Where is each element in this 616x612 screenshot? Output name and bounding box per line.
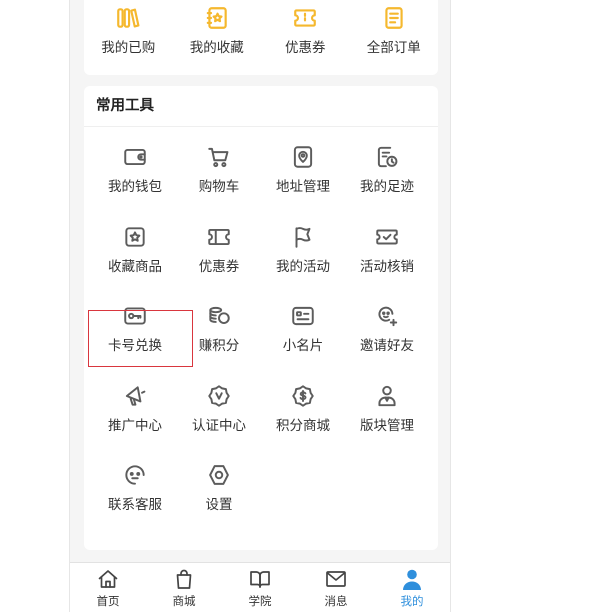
- footprint-icon: [374, 144, 400, 170]
- my-purchased-button[interactable]: 我的已购: [84, 0, 173, 75]
- tool-label: 卡号兑换: [108, 338, 162, 353]
- customer-service-icon: [122, 462, 148, 488]
- tool-label: 联系客服: [108, 497, 162, 512]
- card-redeem-button[interactable]: 卡号兑换: [93, 293, 177, 373]
- my-favorites-button[interactable]: 我的收藏: [173, 0, 262, 75]
- home-icon: [96, 567, 120, 591]
- tab-label: 首页: [96, 596, 120, 608]
- points-mall-button[interactable]: 积分商城: [261, 373, 345, 453]
- tool-label: 积分商城: [276, 417, 330, 433]
- customer-service-button[interactable]: 联系客服: [93, 452, 177, 532]
- tool-label: 我的活动: [276, 258, 330, 274]
- tool-label: 地址管理: [276, 179, 330, 194]
- tool-label: 设置: [205, 497, 233, 512]
- purchased-icon: [115, 5, 141, 31]
- megaphone-icon: [122, 383, 148, 409]
- my-activities-button[interactable]: 我的活动: [261, 214, 345, 294]
- settings-button[interactable]: 设置: [177, 452, 261, 532]
- tab-home[interactable]: 首页: [70, 563, 146, 612]
- address-management-button[interactable]: 地址管理: [261, 134, 345, 214]
- cart-button[interactable]: 购物车: [177, 134, 261, 214]
- activity-verification-button[interactable]: 活动核销: [345, 214, 429, 294]
- manager-icon: [374, 383, 400, 409]
- tool-label: 我的钱包: [108, 179, 162, 194]
- tab-messages[interactable]: 消息: [298, 563, 374, 612]
- tool-label: 购物车: [198, 179, 240, 194]
- settings-icon: [206, 462, 232, 488]
- points-badge-icon: [290, 383, 316, 409]
- tab-label: 学院: [248, 596, 272, 608]
- mobile-screen: 我的已购 我的收藏 优惠券 全部订单 常用工具 我的钱包 购物车 地址管理 我的…: [69, 0, 451, 612]
- tab-label: 商城: [172, 596, 196, 608]
- orders-icon: [381, 5, 407, 31]
- verified-badge-icon: [206, 383, 232, 409]
- section-title: 常用工具: [84, 86, 438, 127]
- address-icon: [290, 144, 316, 170]
- earn-points-button[interactable]: 赚积分: [177, 293, 261, 373]
- orders-shortcuts: 我的已购 我的收藏 优惠券 全部订单: [84, 0, 438, 75]
- tool-label: 版块管理: [360, 417, 414, 433]
- tool-label: 优惠券: [198, 258, 240, 274]
- menu-item-label: 优惠券: [285, 40, 326, 55]
- mail-icon: [324, 567, 348, 591]
- coupon-icon: [292, 5, 318, 31]
- all-orders-button[interactable]: 全部订单: [350, 0, 439, 75]
- orders-card: 我的已购 我的收藏 优惠券 全部订单: [84, 0, 438, 75]
- tab-label: 消息: [324, 596, 348, 608]
- flag-icon: [290, 224, 316, 250]
- shopping-bag-icon: [172, 567, 196, 591]
- invite-friends-button[interactable]: 邀请好友: [345, 293, 429, 373]
- menu-item-label: 全部订单: [366, 40, 421, 55]
- verify-ticket-icon: [374, 224, 400, 250]
- coupon-ticket-icon: [206, 224, 232, 250]
- tool-label: 收藏商品: [108, 258, 162, 274]
- tab-academy[interactable]: 学院: [222, 563, 298, 612]
- key-card-icon: [122, 303, 148, 329]
- id-card-icon: [290, 303, 316, 329]
- invite-friend-icon: [374, 303, 400, 329]
- favorite-goods-icon: [122, 224, 148, 250]
- tab-mall[interactable]: 商城: [146, 563, 222, 612]
- tool-label: 小名片: [282, 338, 324, 353]
- user-icon: [400, 567, 424, 591]
- favorites-icon: [204, 5, 230, 31]
- tool-label: 邀请好友: [360, 338, 414, 353]
- bottom-tab-bar: 首页 商城 学院 消息 我的: [70, 562, 450, 612]
- wallet-icon: [122, 144, 148, 170]
- business-card-button[interactable]: 小名片: [261, 293, 345, 373]
- cart-icon: [206, 144, 232, 170]
- my-wallet-button[interactable]: 我的钱包: [93, 134, 177, 214]
- tab-label: 我的: [400, 596, 424, 608]
- certification-center-button[interactable]: 认证中心: [177, 373, 261, 453]
- promotion-center-button[interactable]: 推广中心: [93, 373, 177, 453]
- tool-label: 我的足迹: [360, 179, 414, 194]
- tool-label: 赚积分: [198, 338, 240, 353]
- my-footprint-button[interactable]: 我的足迹: [345, 134, 429, 214]
- tab-mine[interactable]: 我的: [374, 563, 450, 612]
- common-tools-card: 常用工具 我的钱包 购物车 地址管理 我的足迹 收藏商品 优惠券 我的活动 活动…: [84, 86, 438, 550]
- section-management-button[interactable]: 版块管理: [345, 373, 429, 453]
- favorite-goods-button[interactable]: 收藏商品: [93, 214, 177, 294]
- book-icon: [248, 567, 272, 591]
- coupons-button[interactable]: 优惠券: [261, 0, 350, 75]
- tools-grid: 我的钱包 购物车 地址管理 我的足迹 收藏商品 优惠券 我的活动 活动核销 卡号…: [93, 134, 429, 532]
- menu-item-label: 我的收藏: [189, 40, 244, 55]
- tool-label: 活动核销: [360, 258, 414, 274]
- tool-label: 认证中心: [192, 417, 246, 433]
- tool-coupons-button[interactable]: 优惠券: [177, 214, 261, 294]
- menu-item-label: 我的已购: [101, 40, 156, 55]
- coins-icon: [206, 303, 232, 329]
- tool-label: 推广中心: [108, 417, 162, 433]
